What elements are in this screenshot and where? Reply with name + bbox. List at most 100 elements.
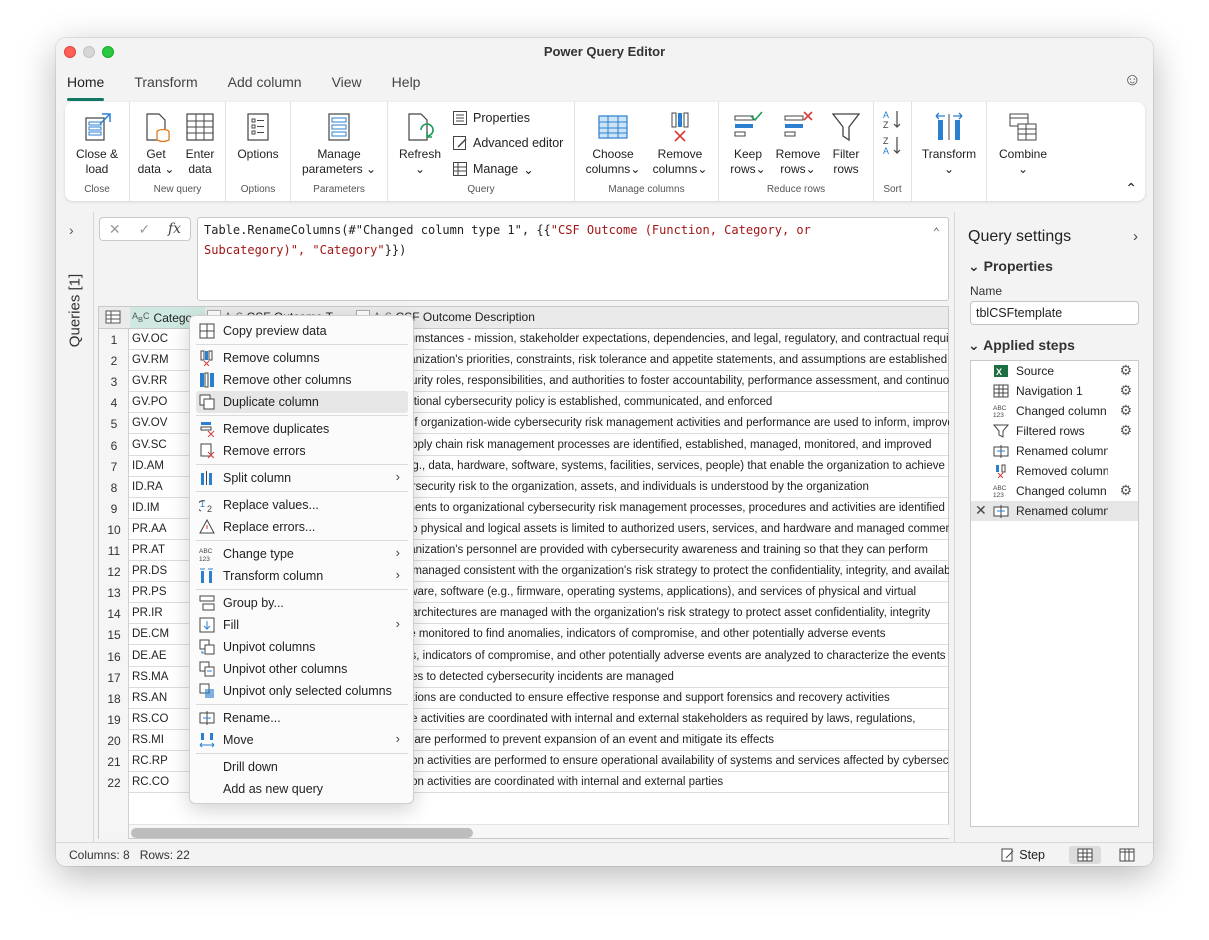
horizontal-scroll-thumb[interactable] [131, 828, 473, 838]
commit-formula-icon[interactable]: ✓ [138, 221, 150, 238]
category-cell[interactable]: GV.OC [132, 333, 168, 345]
category-cell[interactable]: ID.AM [132, 460, 164, 472]
description-cell[interactable]: nses to detected cybersecurity incidents… [399, 671, 949, 683]
category-cell[interactable]: DE.CM [132, 628, 169, 640]
description-cell[interactable]: gations are conducted to ensure effectiv… [399, 692, 949, 704]
collapse-ribbon-icon[interactable]: ⌃ [1125, 180, 1137, 197]
context-menu-item-remove-errors[interactable]: Remove errors [196, 440, 408, 462]
description-cell[interactable]: rcumstances - mission, stakeholder expec… [399, 333, 949, 345]
description-cell[interactable]: supply chain risk management processes a… [399, 439, 949, 451]
tab-home[interactable]: Home [67, 70, 105, 101]
collapse-formula-icon[interactable]: ⌃ [933, 222, 940, 242]
context-menu-item-copy-preview-data[interactable]: Copy preview data [196, 320, 408, 342]
applied-step-changed-column-type-1[interactable]: ABC123Changed column type 1⚙ [971, 481, 1138, 501]
context-menu-item-unpivot-other-columns[interactable]: Unpivot other columns [196, 658, 408, 680]
tab-transform[interactable]: Transform [134, 70, 197, 98]
description-cell[interactable]: ation activities are performed to ensure… [399, 755, 949, 767]
description-cell[interactable]: are monitored to find anomalies, indicat… [399, 628, 949, 640]
description-cell[interactable]: nse activities are coordinated with inte… [399, 713, 949, 725]
properties-section[interactable]: ⌄ Properties [968, 258, 1053, 275]
description-cell[interactable]: bersecurity risk to the organization, as… [399, 481, 949, 493]
description-cell[interactable]: rganization's personnel are provided wit… [399, 544, 949, 556]
context-menu-item-duplicate-column[interactable]: Duplicate column [196, 391, 408, 413]
feedback-smiley-icon[interactable]: ☺ [1124, 70, 1141, 90]
applied-step-changed-column-type[interactable]: ABC123Changed column type⚙ [971, 401, 1138, 421]
options-button[interactable]: Options [232, 110, 284, 162]
context-menu-item-replace-errors[interactable]: Replace errors... [196, 516, 408, 538]
category-cell[interactable]: PR.PS [132, 586, 167, 598]
description-cell[interactable]: izational cybersecurity policy is establ… [399, 396, 949, 408]
description-cell[interactable]: es are performed to prevent expansion of… [399, 734, 949, 746]
category-cell[interactable]: GV.SC [132, 439, 167, 451]
keep-rows-button[interactable]: Keep rows⌄ [725, 110, 771, 177]
applied-step-navigation-1[interactable]: Navigation 1 ⚙ [971, 381, 1138, 401]
description-cell[interactable]: ty architectures are managed with the or… [399, 607, 949, 619]
context-menu-item-remove-columns[interactable]: Remove columns [196, 347, 408, 369]
context-menu-item-remove-other-columns[interactable]: Remove other columns [196, 369, 408, 391]
category-cell[interactable]: GV.RR [132, 375, 167, 387]
context-menu-item-rename[interactable]: Rename... [196, 707, 408, 729]
collapse-settings-icon[interactable]: › [1133, 228, 1138, 245]
cancel-formula-icon[interactable]: ✕ [109, 221, 121, 238]
close-load-button[interactable]: Close & load [71, 110, 123, 177]
description-cell[interactable]: s to physical and logical assets is limi… [399, 523, 949, 535]
remove-columns-button[interactable]: Remove columns⌄ [647, 110, 713, 177]
context-menu-item-change-type[interactable]: ABC 123 Change type › [196, 543, 408, 565]
category-cell[interactable]: RS.MI [132, 734, 164, 746]
tab-view[interactable]: View [332, 70, 362, 98]
context-menu-item-split-column[interactable]: Split column › [196, 467, 408, 489]
combine-button[interactable]: Combine ⌄ [991, 110, 1055, 177]
description-cell[interactable]: (e.g., data, hardware, software, systems… [399, 460, 949, 472]
context-menu-item-fill[interactable]: Fill › [196, 614, 408, 636]
enter-data-button[interactable]: Enter data [178, 110, 222, 177]
table-menu-icon[interactable] [105, 310, 121, 324]
expand-queries-icon[interactable]: › [69, 222, 74, 238]
refresh-button[interactable]: Refresh ⌄ [396, 110, 444, 177]
schema-view-icon[interactable] [1111, 846, 1143, 864]
queries-label[interactable]: Queries [1] [67, 261, 84, 361]
context-menu-item-replace-values[interactable]: 1 2 Replace values... [196, 494, 408, 516]
close-window-button[interactable] [64, 46, 76, 58]
category-cell[interactable]: PR.IR [132, 607, 163, 619]
sort-descending-icon[interactable]: ZA [882, 134, 904, 156]
category-cell[interactable]: GV.PO [132, 396, 167, 408]
advanced-editor-button[interactable]: Advanced editor [452, 135, 563, 151]
get-data-button[interactable]: Get data ⌄ [134, 110, 178, 177]
context-menu-item-move[interactable]: Move › [196, 729, 408, 751]
tab-help[interactable]: Help [392, 70, 421, 98]
category-cell[interactable]: GV.OV [132, 417, 167, 429]
applied-step-source[interactable]: X Source ⚙ [971, 361, 1138, 381]
description-cell[interactable]: rganization's priorities, constraints, r… [399, 354, 949, 366]
applied-step-filtered-rows[interactable]: Filtered rows ⚙ [971, 421, 1138, 441]
category-cell[interactable]: GV.RM [132, 354, 169, 366]
data-grid-view-icon[interactable] [1069, 846, 1101, 864]
manage-parameters-button[interactable]: Manage parameters ⌄ [295, 110, 383, 177]
category-cell[interactable]: ID.RA [132, 481, 163, 493]
applied-step-renamed-columns[interactable]: Renamed columns [971, 441, 1138, 461]
context-menu-item-unpivot-only-selected-columns[interactable]: Unpivot only selected columns [196, 680, 408, 702]
tab-add-column[interactable]: Add column [228, 70, 302, 98]
category-cell[interactable]: RC.RP [132, 755, 168, 767]
applied-step-removed-columns[interactable]: Removed columns [971, 461, 1138, 481]
category-cell[interactable]: RS.AN [132, 692, 167, 704]
query-name-input[interactable] [970, 301, 1139, 325]
horizontal-scrollbar[interactable] [129, 824, 950, 838]
description-cell[interactable]: rdware, software (e.g., firmware, operat… [399, 586, 949, 598]
step-view-button[interactable]: Step [1001, 848, 1045, 862]
category-cell[interactable]: RC.CO [132, 776, 169, 788]
sort-ascending-icon[interactable]: AZ [882, 108, 904, 130]
fx-icon[interactable]: fx [168, 221, 181, 237]
properties-button[interactable]: Properties [452, 110, 530, 126]
category-cell[interactable]: PR.AA [132, 523, 167, 535]
description-cell[interactable]: ation activities are coordinated with in… [399, 776, 949, 788]
zoom-window-button[interactable] [102, 46, 114, 58]
description-cell[interactable]: ecurity roles, responsibilities, and aut… [399, 375, 949, 387]
description-cell[interactable]: lies, indicators of compromise, and othe… [399, 650, 949, 662]
category-cell[interactable]: DE.AE [132, 650, 167, 662]
filter-rows-button[interactable]: Filter rows [823, 110, 869, 177]
transform-button[interactable]: Transform ⌄ [916, 110, 982, 177]
gear-icon[interactable]: ⚙ [1119, 402, 1132, 419]
description-cell[interactable]: re managed consistent with the organizat… [399, 565, 949, 577]
context-menu-item-drill-down[interactable]: Drill down [196, 756, 408, 778]
context-menu-item-add-as-new-query[interactable]: Add as new query [196, 778, 408, 800]
